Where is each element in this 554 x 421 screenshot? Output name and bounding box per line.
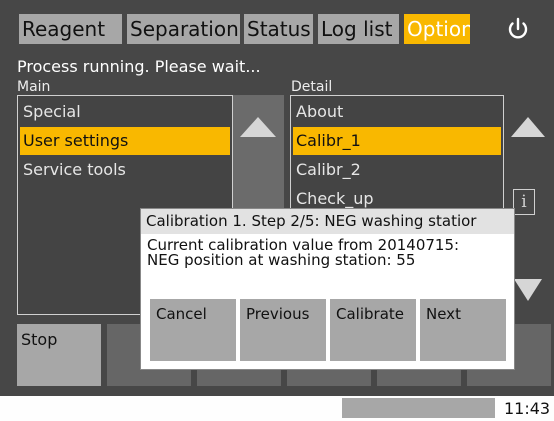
cancel-button[interactable]: Cancel	[150, 299, 236, 361]
calibration-dialog: Calibration 1. Step 2/5: NEG washing sta…	[140, 208, 515, 370]
info-icon: i	[521, 192, 527, 212]
main-section-label: Main	[17, 79, 51, 95]
scroll-up-icon[interactable]	[504, 107, 554, 147]
main-list-item-special[interactable]: Special	[20, 98, 230, 126]
main-list-item-service-tools[interactable]: Service tools	[20, 156, 230, 184]
detail-list-item-calibr-2[interactable]: Calibr_2	[293, 156, 501, 184]
main-list-item-user-settings[interactable]: User settings	[20, 127, 230, 155]
dialog-message: Current calibration value from 20140715:…	[147, 238, 459, 268]
tab-option[interactable]: Option	[404, 14, 470, 44]
status-bar: 11:43	[0, 396, 554, 421]
stop-label: Stop	[21, 330, 58, 349]
dialog-message-line-2: NEG position at washing station: 55	[147, 251, 416, 269]
clock: 11:43	[504, 399, 551, 418]
calibrate-button[interactable]: Calibrate	[330, 299, 416, 361]
detail-list-item-about[interactable]: About	[293, 98, 501, 126]
power-icon	[508, 17, 528, 39]
scroll-up-icon[interactable]	[233, 107, 284, 147]
tab-log-list[interactable]: Log list	[318, 14, 399, 44]
next-button[interactable]: Next	[420, 299, 506, 361]
previous-button[interactable]: Previous	[240, 299, 326, 361]
dialog-title: Calibration 1. Step 2/5: NEG washing sta…	[141, 209, 514, 234]
tab-separation[interactable]: Separation	[127, 14, 240, 44]
detail-section-label: Detail	[291, 79, 333, 95]
detail-list-item-calibr-1[interactable]: Calibr_1	[293, 127, 501, 155]
tab-reagent[interactable]: Reagent	[19, 14, 122, 44]
status-message: Process running. Please wait...	[17, 57, 261, 76]
power-button[interactable]	[503, 14, 533, 44]
info-button[interactable]: i	[513, 189, 535, 215]
tab-status[interactable]: Status	[244, 14, 313, 44]
status-field	[342, 398, 495, 418]
stop-button[interactable]: Stop	[17, 324, 101, 386]
